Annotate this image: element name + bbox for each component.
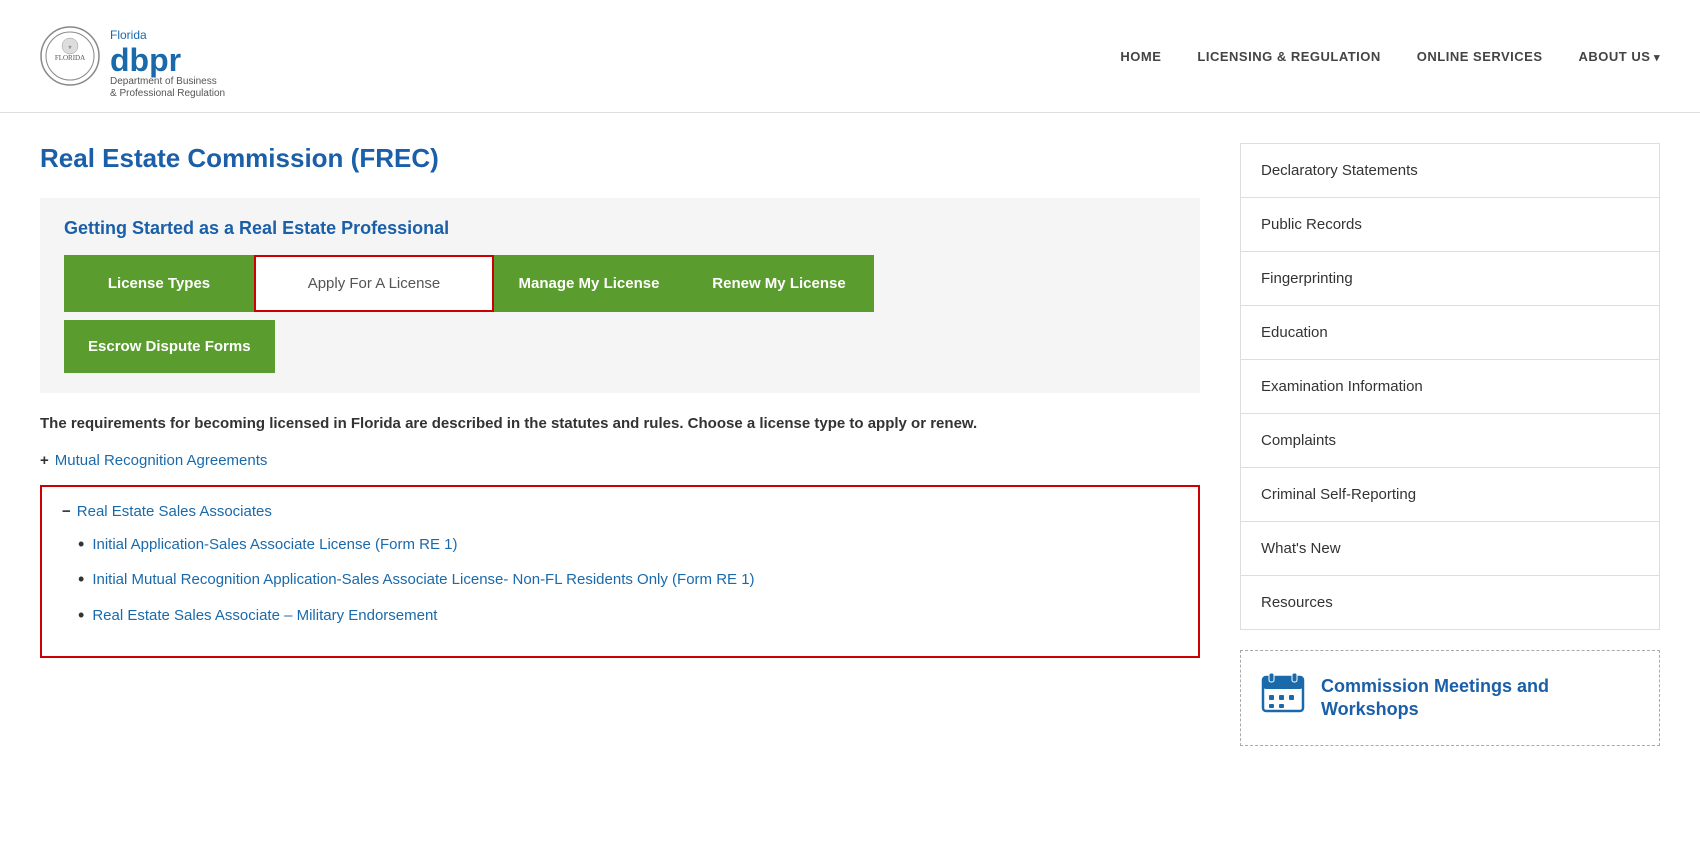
military-endorsement-link[interactable]: Real Estate Sales Associate – Military E… [92, 605, 437, 626]
list-item: Initial Mutual Recognition Application-S… [78, 569, 1178, 591]
initial-app-link[interactable]: Initial Application-Sales Associate Lice… [92, 534, 457, 555]
header: FLORIDA ⚜ Florida dbpr Department of Bus… [0, 0, 1700, 113]
nav-about-us[interactable]: ABOUT US [1579, 49, 1660, 64]
sidebar-item-fingerprinting[interactable]: Fingerprinting [1241, 252, 1659, 306]
escrow-dispute-forms-button[interactable]: Escrow Dispute Forms [64, 320, 275, 373]
main-content: Real Estate Commission (FREC) Getting St… [40, 143, 1200, 746]
getting-started-box: Getting Started as a Real Estate Profess… [40, 198, 1200, 393]
list-item: Initial Application-Sales Associate Lice… [78, 534, 1178, 556]
buttons-row-2: Escrow Dispute Forms [64, 320, 1176, 373]
commission-title: Commission Meetings and Workshops [1321, 675, 1639, 722]
nav-online-services[interactable]: ONLINE SERVICES [1417, 49, 1543, 64]
sidebar-item-public-records[interactable]: Public Records [1241, 198, 1659, 252]
nav-licensing[interactable]: LICENSING & REGULATION [1197, 49, 1380, 64]
nav-home[interactable]: HOME [1120, 49, 1161, 64]
getting-started-title: Getting Started as a Real Estate Profess… [64, 218, 1176, 239]
section-header-label: Real Estate Sales Associates [77, 503, 272, 520]
buttons-row-1: License Types Apply For A License Manage… [64, 255, 1176, 312]
apply-for-license-button[interactable]: Apply For A License [254, 255, 494, 312]
sidebar: Declaratory Statements Public Records Fi… [1240, 143, 1660, 746]
logo-subtitle: Department of Business& Professional Reg… [110, 76, 225, 100]
calendar-svg [1261, 671, 1305, 715]
mutual-recognition-app-link[interactable]: Initial Mutual Recognition Application-S… [92, 569, 754, 590]
sidebar-item-examination[interactable]: Examination Information [1241, 360, 1659, 414]
logo-dbpr: Florida dbpr [110, 12, 225, 76]
real-estate-associates-header[interactable]: − Real Estate Sales Associates [62, 503, 1178, 520]
renew-my-license-button[interactable]: Renew My License [684, 255, 874, 312]
red-bordered-section: − Real Estate Sales Associates Initial A… [40, 485, 1200, 659]
state-seal-icon: FLORIDA ⚜ [40, 26, 100, 86]
sidebar-item-whats-new[interactable]: What's New [1241, 522, 1659, 576]
manage-my-license-button[interactable]: Manage My License [494, 255, 684, 312]
svg-text:⚜: ⚜ [68, 45, 72, 51]
mutual-recognition-accordion[interactable]: + Mutual Recognition Agreements [40, 452, 1200, 469]
page-title: Real Estate Commission (FREC) [40, 143, 1200, 174]
page-body: Real Estate Commission (FREC) Getting St… [0, 113, 1700, 776]
minus-icon: − [62, 503, 71, 520]
commission-box[interactable]: Commission Meetings and Workshops [1240, 650, 1660, 746]
sidebar-item-criminal[interactable]: Criminal Self-Reporting [1241, 468, 1659, 522]
accordion-label: Mutual Recognition Agreements [55, 452, 268, 469]
description-text: The requirements for becoming licensed i… [40, 413, 1200, 436]
sidebar-item-declaratory[interactable]: Declaratory Statements [1241, 144, 1659, 198]
logo-area: FLORIDA ⚜ Florida dbpr Department of Bus… [40, 12, 225, 100]
sidebar-menu: Declaratory Statements Public Records Fi… [1240, 143, 1660, 630]
logo-florida: Florida [110, 28, 147, 42]
list-item: Real Estate Sales Associate – Military E… [78, 605, 1178, 627]
logo-text: Florida dbpr Department of Business& Pro… [110, 12, 225, 100]
license-types-button[interactable]: License Types [64, 255, 254, 312]
calendar-icon [1261, 671, 1305, 725]
sidebar-item-complaints[interactable]: Complaints [1241, 414, 1659, 468]
sidebar-item-resources[interactable]: Resources [1241, 576, 1659, 629]
sidebar-item-education[interactable]: Education [1241, 306, 1659, 360]
section-list: Initial Application-Sales Associate Lice… [62, 534, 1178, 627]
svg-text:FLORIDA: FLORIDA [55, 54, 85, 62]
plus-icon: + [40, 452, 49, 469]
main-nav: HOME LICENSING & REGULATION ONLINE SERVI… [1120, 49, 1660, 64]
